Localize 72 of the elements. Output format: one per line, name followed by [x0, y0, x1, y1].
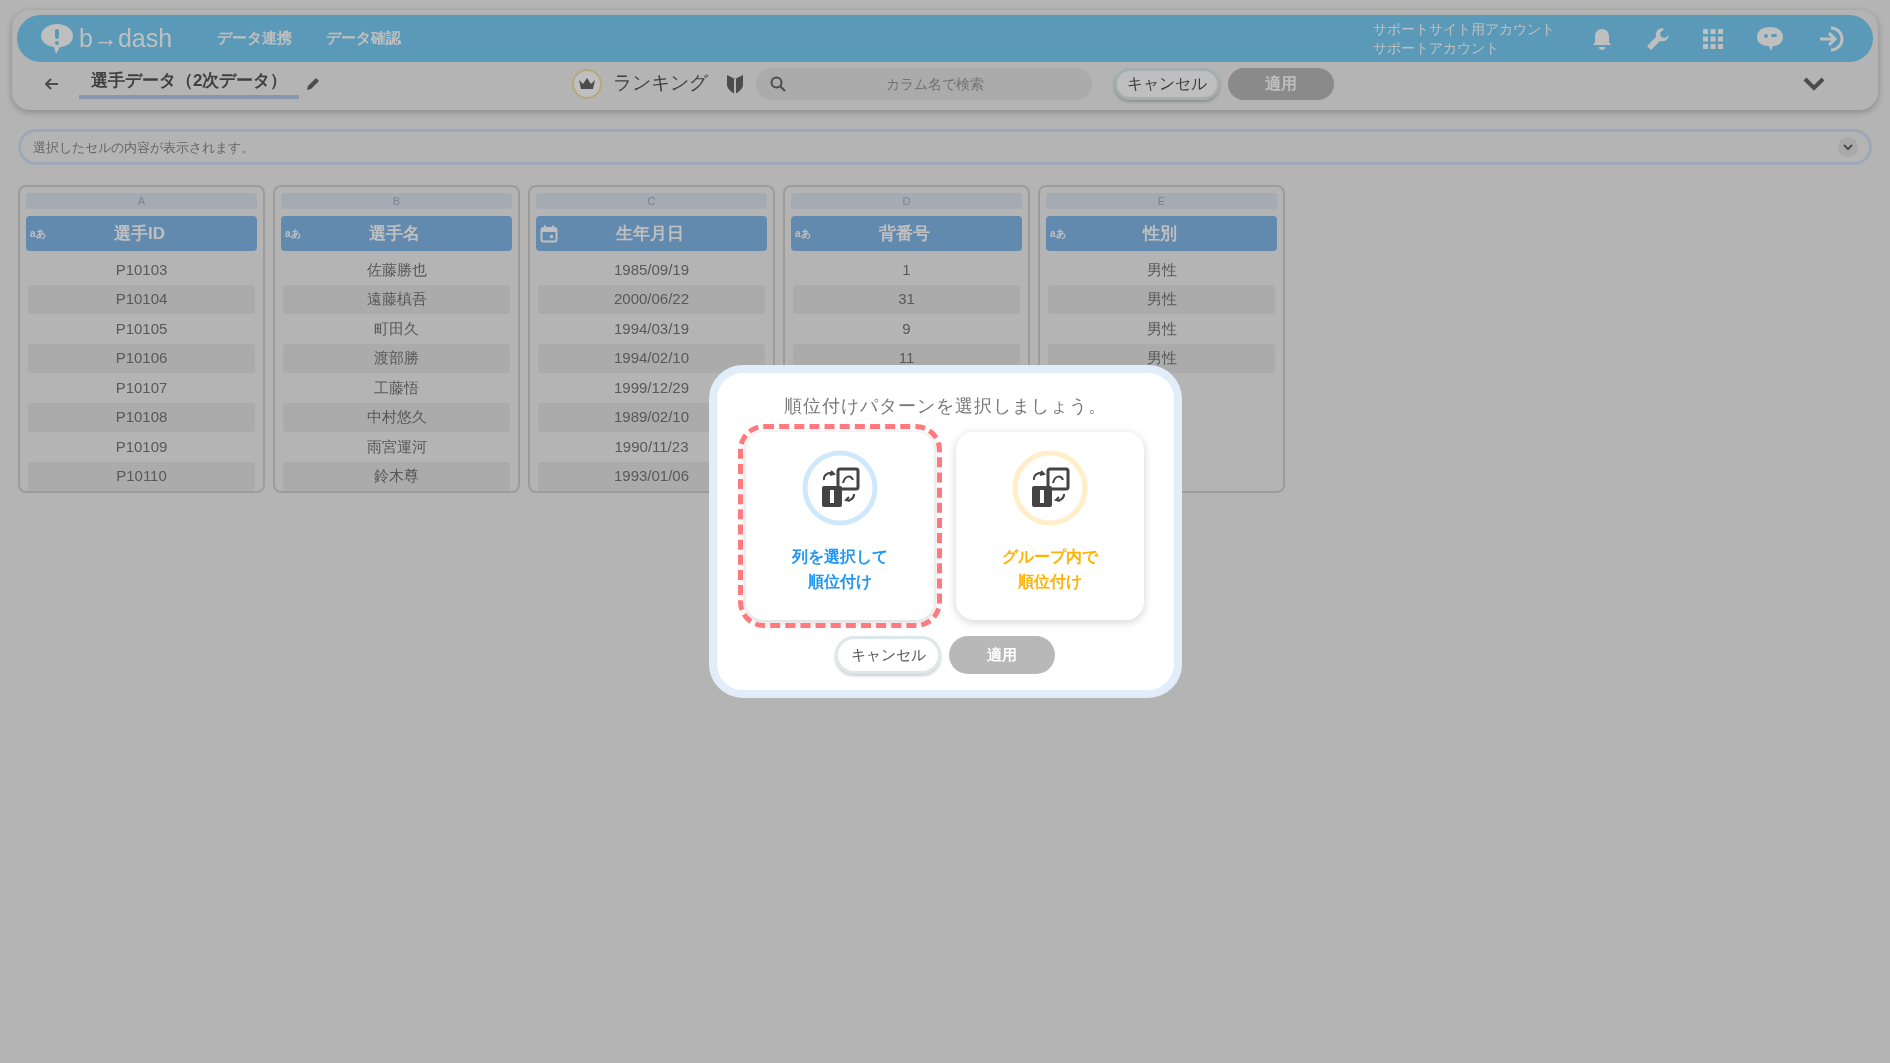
option-label: 順位付け — [1018, 572, 1082, 592]
table-cell[interactable]: 男性 — [1048, 284, 1275, 314]
cancel-button[interactable]: キャンセル — [835, 636, 941, 674]
logo-bubble-icon[interactable] — [39, 21, 75, 56]
table-cell[interactable]: 2000/06/22 — [538, 284, 765, 314]
table-cell[interactable]: 男性 — [1048, 255, 1275, 285]
table-cell[interactable]: P10104 — [28, 284, 255, 314]
table-cell[interactable]: 雨宮運河 — [283, 432, 510, 462]
crown-badge-icon — [571, 67, 604, 100]
table-cell[interactable]: 町田久 — [283, 314, 510, 344]
column-header[interactable]: aあ 背番号 — [791, 216, 1022, 251]
account-site: サポートサイト用アカウント — [1373, 19, 1555, 39]
table-cell[interactable]: P10105 — [28, 314, 255, 344]
search-icon — [770, 75, 787, 92]
text-type-label: aあ — [30, 227, 46, 241]
table-cell[interactable]: P10106 — [28, 343, 255, 373]
table-cell[interactable]: 1985/09/19 — [538, 255, 765, 285]
pencil-icon[interactable] — [305, 75, 322, 92]
chevron-down-icon[interactable] — [1838, 137, 1858, 157]
table-cell[interactable]: 1994/03/19 — [538, 314, 765, 344]
mode-title: ランキング — [613, 71, 709, 96]
table-cell[interactable]: 工藤悟 — [283, 373, 510, 403]
table-cell[interactable]: 31 — [793, 284, 1020, 314]
nav-link[interactable]: データ確認 — [326, 27, 401, 50]
back-arrow-icon[interactable] — [45, 77, 59, 90]
cell-content-field[interactable]: 選択したセルの内容が表示されます。 — [18, 129, 1872, 165]
column-header-label: 選手名 — [368, 222, 421, 245]
bell-icon[interactable] — [1591, 26, 1613, 51]
table-cell[interactable]: P10107 — [28, 373, 255, 403]
table-cell[interactable]: 鈴木尊 — [283, 461, 510, 491]
column-header[interactable]: 生年月日 — [536, 216, 767, 251]
account-name: サポートアカウント — [1373, 38, 1500, 58]
mascot-bubble-icon[interactable] — [1755, 24, 1785, 53]
table-cell[interactable]: 1 — [793, 255, 1020, 285]
ranking-option-card[interactable]: グループ内で 順位付け — [956, 432, 1144, 620]
option-label: 列を選択して — [792, 547, 888, 567]
text-type-label: aあ — [285, 227, 301, 241]
chevron-down-icon[interactable] — [1803, 76, 1825, 91]
wrench-icon[interactable] — [1645, 25, 1671, 52]
table-cell[interactable]: 佐藤勝也 — [283, 255, 510, 285]
table-cell[interactable]: P10109 — [28, 432, 255, 462]
shield-icon[interactable] — [726, 72, 745, 95]
column-header-label: 生年月日 — [614, 222, 685, 245]
table-cell[interactable]: P10110 — [28, 461, 255, 491]
data-title[interactable]: 選手データ（2次データ） — [79, 68, 300, 99]
option-label: 順位付け — [808, 572, 872, 592]
option-label: グループ内で — [1002, 547, 1098, 567]
dialog-title: 順位付けパターンを選択しましょう。 — [783, 395, 1107, 418]
table-cell[interactable]: 1994/02/10 — [538, 343, 765, 373]
column-header[interactable]: aあ 選手ID — [26, 216, 257, 251]
column-header[interactable]: aあ 性別 — [1046, 216, 1277, 251]
column-header-label: 背番号 — [878, 222, 931, 245]
table-cell[interactable]: 遠藤槙吾 — [283, 284, 510, 314]
ranking-swap-icon — [1012, 450, 1088, 526]
text-type-label: aあ — [795, 227, 811, 241]
table-cell[interactable]: 中村悠久 — [283, 402, 510, 432]
table-cell[interactable]: 9 — [793, 314, 1020, 344]
table-cell[interactable]: 渡部勝 — [283, 343, 510, 373]
column-header-label: 性別 — [1141, 222, 1178, 245]
column-header[interactable]: aあ 選手名 — [281, 216, 512, 251]
table-cell[interactable]: 男性 — [1048, 314, 1275, 344]
nav-link[interactable]: データ連携 — [217, 27, 292, 50]
logo-text[interactable]: b→dash — [79, 26, 173, 52]
column-header-label: 選手ID — [113, 222, 166, 245]
cancel-button[interactable]: キャンセル — [1114, 67, 1221, 100]
apps-grid-icon[interactable] — [1703, 28, 1723, 49]
table-cell[interactable]: P10108 — [28, 402, 255, 432]
ranking-swap-icon — [802, 450, 878, 526]
table-cell[interactable]: P10103 — [28, 255, 255, 285]
calendar-icon — [540, 224, 558, 243]
apply-button[interactable]: 適用 — [949, 636, 1055, 674]
text-type-label: aあ — [1050, 227, 1066, 241]
